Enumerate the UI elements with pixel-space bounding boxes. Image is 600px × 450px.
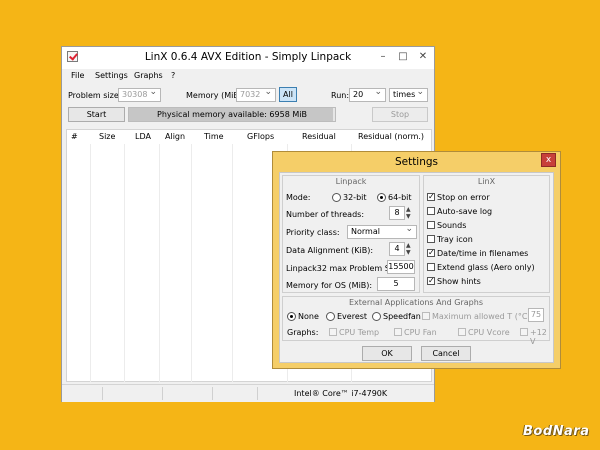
column-header-residual-norm[interactable]: Residual (norm.)	[358, 132, 424, 141]
source-speedfan-radio[interactable]	[372, 312, 381, 321]
settings-title: Settings	[394, 156, 439, 168]
column-header-lda[interactable]: LDA	[135, 132, 151, 141]
linpack-group-title: Linpack	[335, 177, 367, 186]
graph-12v-label: +12 V	[530, 328, 547, 346]
status-cell	[102, 387, 163, 400]
menu-settings[interactable]: Settings	[95, 71, 128, 80]
status-cell	[162, 387, 213, 400]
sounds-checkbox[interactable]	[427, 221, 435, 229]
status-cell	[212, 387, 258, 400]
threads-label: Number of threads:	[286, 210, 365, 219]
memory-os-label: Memory for OS (MiB):	[286, 281, 373, 290]
graph-cpu-vcore-checkbox[interactable]	[458, 328, 466, 336]
menu-graphs[interactable]: Graphs	[134, 71, 163, 80]
problem-size-label: Problem size:	[68, 91, 122, 100]
source-everest-radio[interactable]	[326, 312, 335, 321]
mode-label: Mode:	[286, 193, 311, 202]
stop-on-error-label: Stop on error	[437, 193, 490, 202]
stop-on-error-checkbox[interactable]: ✓	[427, 193, 435, 201]
external-apps-group: External Applications And Graphs None Ev…	[282, 296, 550, 346]
graphs-label: Graphs:	[287, 328, 319, 337]
column-divider	[232, 144, 233, 382]
run-count-select[interactable]: 20	[349, 86, 386, 102]
source-none-radio[interactable]	[287, 312, 296, 321]
linx-group: LinX ✓ Stop on error Auto-save log Sound…	[423, 175, 550, 293]
memory-os-input[interactable]: 5	[377, 277, 415, 291]
threads-input[interactable]: 8	[389, 206, 405, 220]
status-cpu-name: Intel® Core™ i7-4790K	[294, 389, 388, 398]
datetime-filenames-checkbox[interactable]: ✓	[427, 249, 435, 257]
priority-label: Priority class:	[286, 228, 340, 237]
source-none-label: None	[298, 312, 319, 321]
menu-help[interactable]: ?	[171, 71, 175, 80]
column-header-residual[interactable]: Residual	[302, 132, 336, 141]
priority-select[interactable]: Normal	[347, 223, 417, 239]
graph-12v-checkbox[interactable]	[520, 328, 528, 336]
auto-save-log-checkbox[interactable]	[427, 207, 435, 215]
linx-group-title: LinX	[477, 177, 496, 186]
alignment-spinner-icon[interactable]: ▲ ▼	[406, 242, 414, 256]
mode-64bit-label: 64-bit	[388, 193, 412, 202]
run-unit-select[interactable]: times	[389, 86, 428, 102]
start-button[interactable]: Start	[68, 107, 125, 122]
alignment-input[interactable]: 4	[389, 242, 405, 256]
physical-memory-text: Physical memory available: 6958 MiB	[157, 110, 307, 119]
graph-cpu-fan-checkbox[interactable]	[394, 328, 402, 336]
alignment-label: Data Alignment (KiB):	[286, 246, 374, 255]
max-temp-checkbox[interactable]	[422, 312, 430, 320]
physical-memory-bar: Physical memory available: 6958 MiB	[128, 107, 336, 122]
mode-64bit-radio[interactable]	[377, 193, 386, 202]
external-apps-title: External Applications And Graphs	[348, 298, 483, 307]
max-temp-label: Maximum allowed T (°C):	[432, 312, 534, 321]
stop-button[interactable]: Stop	[372, 107, 428, 122]
problem-size-select[interactable]: 30308	[118, 86, 161, 102]
extend-glass-label: Extend glass (Aero only)	[437, 263, 535, 272]
graph-cpu-vcore-label: CPU Vcore	[468, 328, 510, 337]
minimize-button[interactable]: –	[375, 50, 391, 64]
cancel-button[interactable]: Cancel	[421, 346, 471, 361]
memory-select[interactable]: 7032	[236, 86, 276, 102]
column-divider	[90, 144, 91, 382]
settings-body: Linpack Mode: 32-bit 64-bit Number of th…	[279, 172, 554, 363]
run-label: Run:	[331, 91, 350, 100]
maximize-button[interactable]: □	[395, 50, 411, 64]
column-header-index[interactable]: #	[71, 132, 78, 141]
column-divider	[159, 144, 160, 382]
threads-spinner-icon[interactable]: ▲ ▼	[406, 206, 414, 220]
column-header-time[interactable]: Time	[204, 132, 224, 141]
close-button[interactable]: ✕	[415, 50, 431, 64]
tray-icon-checkbox[interactable]	[427, 235, 435, 243]
datetime-filenames-label: Date/time in filenames	[437, 249, 529, 258]
watermark-logo: BodNara	[523, 424, 590, 439]
auto-save-log-label: Auto-save log	[437, 207, 493, 216]
column-header-align[interactable]: Align	[165, 132, 185, 141]
settings-close-button[interactable]: x	[541, 153, 556, 167]
graph-cpu-temp-label: CPU Temp	[339, 328, 380, 337]
source-speedfan-label: Speedfan	[383, 312, 421, 321]
show-hints-label: Show hints	[437, 277, 481, 286]
max-problem-input[interactable]: 15500	[387, 260, 415, 274]
mode-32bit-radio[interactable]	[332, 193, 341, 202]
sounds-label: Sounds	[437, 221, 467, 230]
all-memory-button[interactable]: All	[279, 87, 297, 102]
tray-icon-label: Tray icon	[437, 235, 473, 244]
settings-dialog: Settings x Linpack Mode: 32-bit 64-bit N…	[272, 151, 561, 369]
ok-button[interactable]: OK	[362, 346, 412, 361]
mode-32bit-label: 32-bit	[343, 193, 367, 202]
column-divider	[191, 144, 192, 382]
status-bar: Intel® Core™ i7-4790K	[62, 384, 434, 402]
linpack-group: Linpack Mode: 32-bit 64-bit Number of th…	[282, 175, 420, 293]
graph-cpu-fan-label: CPU Fan	[404, 328, 437, 337]
max-temp-input[interactable]: 75	[528, 308, 544, 322]
status-cell	[62, 387, 103, 400]
extend-glass-checkbox[interactable]	[427, 263, 435, 271]
column-header-size[interactable]: Size	[99, 132, 115, 141]
column-divider	[124, 144, 125, 382]
graph-cpu-temp-checkbox[interactable]	[329, 328, 337, 336]
show-hints-checkbox[interactable]: ✓	[427, 277, 435, 285]
menu-file[interactable]: File	[71, 71, 84, 80]
column-header-gflops[interactable]: GFlops	[247, 132, 274, 141]
source-everest-label: Everest	[337, 312, 368, 321]
